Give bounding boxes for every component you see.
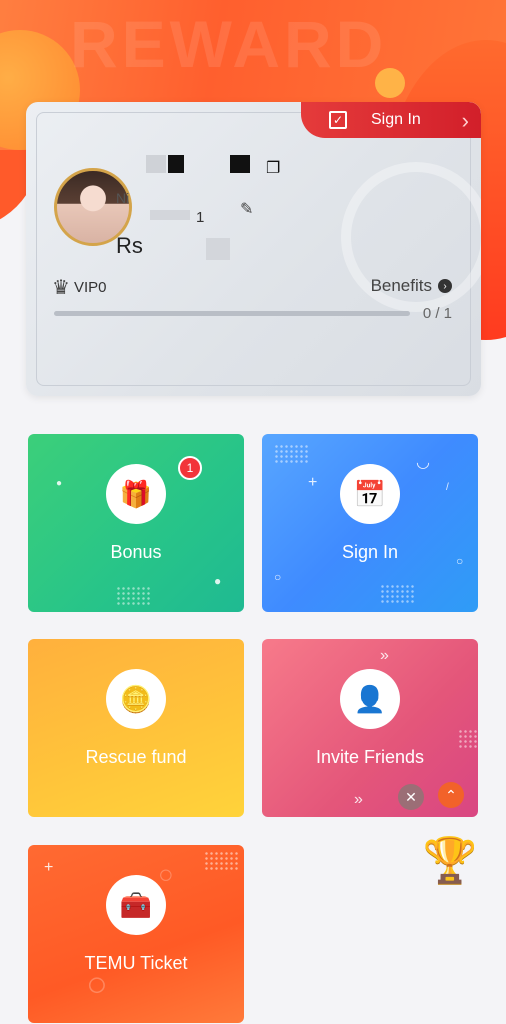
rescue-fund-label: Rescue fund <box>85 747 187 767</box>
decor-dots <box>116 586 152 606</box>
user-id: 1 <box>196 209 205 226</box>
benefits-link[interactable]: Benefits › <box>371 276 452 296</box>
decor-arc: ◡ <box>416 454 430 471</box>
redacted-name <box>168 155 184 173</box>
balance-currency: Rs <box>116 233 143 258</box>
copy-icon[interactable]: ❐ <box>266 158 280 178</box>
gift-icon: 🎁 <box>106 464 166 524</box>
decor-ring: ○ <box>158 859 174 889</box>
temu-ticket-tile[interactable]: + ○ ○ 🧰 TEMU Ticket <box>28 845 244 1023</box>
benefits-label: Benefits <box>370 276 432 295</box>
bonus-badge: 1 <box>178 456 202 480</box>
bonus-tile[interactable]: ● ● 🎁 1 Bonus <box>28 434 244 612</box>
decor-dot: ● <box>214 574 222 588</box>
invite-friends-tile[interactable]: » » 👤 Invite Friends ✕ ⌃ <box>262 639 478 817</box>
nickname-label: Ni <box>116 190 130 206</box>
invite-friends-label: Invite Friends <box>315 747 425 767</box>
rescue-fund-tile[interactable]: 🪙 Rescue fund <box>28 639 244 817</box>
ticket-chest-icon: 🧰 <box>106 875 166 935</box>
add-user-icon: 👤 <box>340 669 400 729</box>
sign-in-label: Sign In <box>341 542 399 562</box>
crown-icon: ♛ <box>52 277 70 299</box>
bonus-label: Bonus <box>110 542 162 562</box>
vip-progress-text: 0 / 1 <box>422 305 452 322</box>
vip-level: ♛ VIP0 <box>52 275 106 300</box>
chevron-right-icon: › <box>438 279 452 293</box>
sign-in-tab-button[interactable]: ✓ Sign In › <box>301 102 481 138</box>
redacted-balance <box>206 238 230 260</box>
trophy-icon: 🏆 <box>422 836 478 885</box>
chevron-right-icon: › <box>461 108 469 133</box>
calendar-check-icon: ✓ <box>329 111 347 129</box>
trophy-float-button[interactable]: 🏆 <box>420 830 480 892</box>
decor-plus: + <box>44 859 54 876</box>
decor-dot: ● <box>56 478 63 489</box>
close-icon[interactable]: ✕ <box>398 784 424 810</box>
profile-card: ✓ Sign In › <box>26 102 481 396</box>
vip-level-text: VIP0 <box>73 279 107 296</box>
edit-pencil-icon[interactable]: ✎ <box>240 199 253 219</box>
coins-icon: 🪙 <box>106 669 166 729</box>
redacted-id <box>150 210 190 220</box>
temu-ticket-label: TEMU Ticket <box>84 953 188 973</box>
reward-watermark: REWARD <box>70 7 388 81</box>
decor-dots <box>458 729 478 749</box>
redacted-name <box>230 155 250 173</box>
calendar-check-icon: 📅 <box>340 464 400 524</box>
expand-up-icon[interactable]: ⌃ <box>438 782 464 808</box>
decor-arrows: » <box>354 791 363 808</box>
sign-in-tab-label: Sign In <box>371 111 421 128</box>
decor-arrows: » <box>380 647 389 664</box>
redacted-name <box>146 155 166 173</box>
decor-dots <box>274 444 310 464</box>
decor-dots <box>204 851 240 871</box>
decor-slash: / <box>446 482 449 493</box>
vip-progress-bar <box>54 311 410 316</box>
decor-dots <box>380 584 416 604</box>
decor-ring: ○ <box>274 570 282 584</box>
decor-plus: + <box>308 474 318 491</box>
sign-in-tile[interactable]: + ◡ / ○ ○ 📅 Sign In <box>262 434 478 612</box>
